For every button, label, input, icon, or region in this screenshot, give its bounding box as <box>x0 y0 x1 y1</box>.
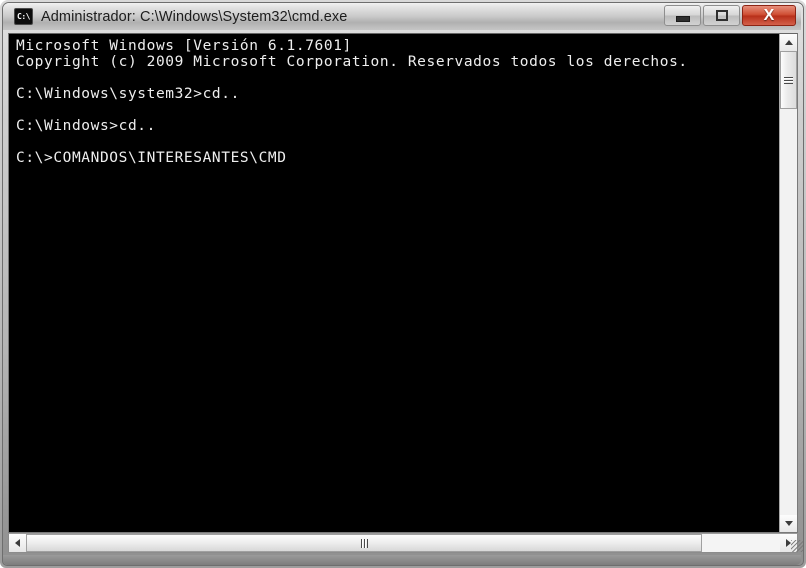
window-title: Administrador: C:\Windows\System32\cmd.e… <box>41 8 348 25</box>
horizontal-scroll-thumb[interactable] <box>26 534 702 552</box>
scroll-down-button[interactable] <box>780 515 797 532</box>
cmd-icon: C:\ <box>14 8 33 25</box>
console-line: Copyright (c) 2009 Microsoft Corporation… <box>16 54 688 70</box>
maximize-icon <box>715 10 728 21</box>
grip-icon <box>784 76 793 84</box>
grip-icon <box>360 538 368 548</box>
vertical-scrollbar[interactable] <box>779 34 797 532</box>
console-line: C:\>COMANDOS\INTERESANTES\CMD <box>16 150 287 166</box>
horizontal-scrollbar[interactable] <box>8 533 798 553</box>
chevron-left-icon <box>15 539 20 547</box>
chevron-down-icon <box>784 521 793 526</box>
window-bottom-bevel <box>3 555 801 565</box>
maximize-button[interactable] <box>703 5 740 26</box>
vertical-scroll-thumb[interactable] <box>780 51 797 109</box>
scroll-up-button[interactable] <box>780 34 797 51</box>
close-button[interactable]: X <box>742 5 796 26</box>
console-output[interactable]: Microsoft Windows [Versión 6.1.7601] Cop… <box>9 34 779 532</box>
console-line: Microsoft Windows [Versión 6.1.7601] <box>16 38 352 54</box>
console-line: C:\Windows\system32>cd.. <box>16 86 240 102</box>
cmd-window: C:\ Administrador: C:\Windows\System32\c… <box>0 0 806 568</box>
scroll-left-button[interactable] <box>9 534 26 552</box>
window-controls: X <box>662 5 796 27</box>
title-bar[interactable]: C:\ Administrador: C:\Windows\System32\c… <box>3 3 801 30</box>
vertical-scroll-track[interactable] <box>780 51 797 515</box>
console-line: C:\Windows>cd.. <box>16 118 156 134</box>
horizontal-scroll-track[interactable] <box>26 534 780 552</box>
minimize-button[interactable] <box>664 5 701 26</box>
console-client-area: Microsoft Windows [Versión 6.1.7601] Cop… <box>8 33 798 533</box>
minimize-icon <box>675 15 690 22</box>
chevron-up-icon <box>784 40 793 45</box>
resize-grip[interactable] <box>791 540 803 552</box>
close-icon: X <box>763 6 775 24</box>
